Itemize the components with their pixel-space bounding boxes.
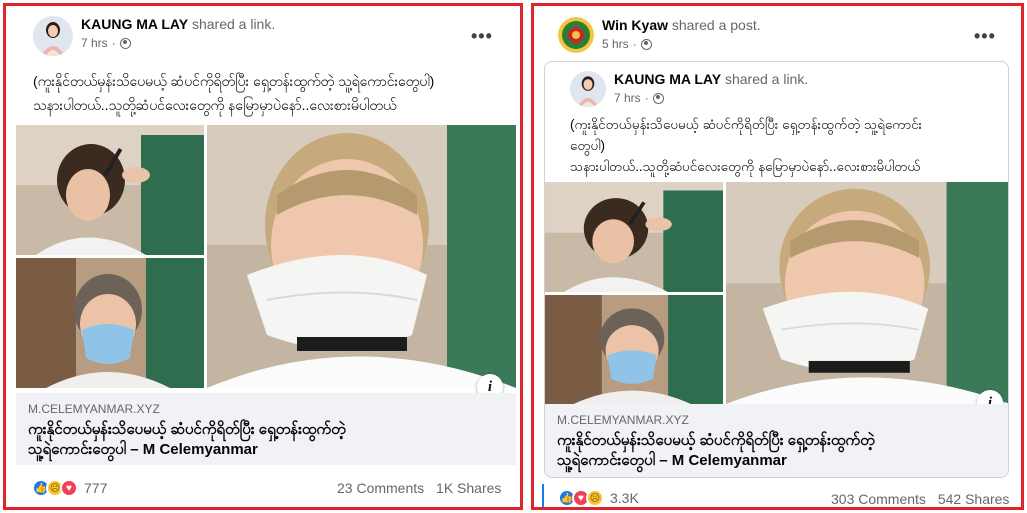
more-icon[interactable]: ••• [974, 26, 996, 47]
comments-count[interactable]: 303 Comments [831, 491, 926, 507]
author-name[interactable]: Win Kyaw [602, 17, 668, 33]
link-title[interactable]: ကူးနိုင်တယ်မှန်းသိပေမယ့် ဆံပင်ကိုရိတ်ပြီ… [557, 431, 998, 471]
globe-icon [640, 38, 652, 50]
photo-masked-white[interactable] [207, 125, 516, 388]
post-action: shared a post. [671, 17, 761, 33]
left-post-card: KAUNG MA LAY shared a link. 7 hrs · ••• … [3, 3, 523, 510]
photo-haircut[interactable] [16, 125, 204, 255]
avatar[interactable] [570, 71, 606, 107]
love-icon: ♥ [60, 479, 78, 497]
photo-haircut[interactable] [545, 182, 723, 292]
caption-line: (ကူးနိုင်တယ်မှန်းသိပေမယ့် ဆံပင်ကိုရိတ်ပြ… [33, 73, 435, 89]
shared-post-header: KAUNG MA LAY shared a link. 7 hrs · [570, 71, 808, 107]
post-header: KAUNG MA LAY shared a link. 7 hrs · [33, 16, 275, 56]
reaction-count[interactable]: 3.3K [610, 490, 639, 506]
post-action: shared a link. [724, 71, 809, 87]
photo-masked-blue[interactable] [545, 295, 723, 404]
right-post-card: Win Kyaw shared a post. 5 hrs · ••• KAUN… [531, 3, 1024, 510]
caption-line: သနားပါတယ်..သူတို့ဆံပင်လေးတွေကို နမြောမှာ… [570, 159, 921, 174]
photo-collage[interactable]: i [545, 182, 1008, 416]
shares-count[interactable]: 1K Shares [436, 480, 501, 496]
globe-icon [119, 37, 131, 49]
author-name[interactable]: KAUNG MA LAY [81, 16, 188, 32]
globe-icon [652, 92, 664, 104]
link-preview[interactable]: M.CELEMYANMAR.XYZ ကူးနိုင်တယ်မှန်းသိပေမယ… [545, 404, 1008, 477]
caption-line: (ကူးနိုင်တယ်မှန်းသိပေမယ့် ဆံပင်ကိုရိတ်ပြ… [570, 117, 922, 132]
photo-masked-blue[interactable] [16, 258, 204, 388]
link-preview[interactable]: M.CELEMYANMAR.XYZ ကူးနိုင်တယ်မှန်းသိပေမယ… [16, 393, 516, 465]
author-name[interactable]: KAUNG MA LAY [614, 71, 721, 87]
link-title[interactable]: ကူးနိုင်တယ်မှန်းသိပေမယ့် ဆံပင်ကိုရိတ်ပြီ… [28, 420, 504, 460]
shared-post-card[interactable]: KAUNG MA LAY shared a link. 7 hrs · (ကူး… [544, 61, 1009, 478]
link-domain: M.CELEMYANMAR.XYZ [557, 413, 689, 427]
post-action: shared a link. [191, 16, 276, 32]
photo-masked-white[interactable] [726, 182, 1008, 404]
post-caption: (ကူးနိုင်တယ်မှန်းသိပေမယ့် ဆံပင်ကိုရိတ်ပြ… [33, 69, 513, 117]
engagement-stats: 303 Comments 542 Shares [831, 491, 1009, 507]
post-time[interactable]: 5 hrs [602, 37, 629, 51]
scroll-indicator [542, 484, 544, 507]
post-time[interactable]: 7 hrs [81, 36, 108, 50]
reactions-bar[interactable]: 👍 ♥ ☹ 3.3K [558, 489, 639, 507]
reactions-bar[interactable]: 👍 ☹ ♥ 777 [32, 479, 107, 497]
haha-icon: ☹ [586, 489, 604, 507]
post-header: Win Kyaw shared a post. 5 hrs · [558, 17, 761, 53]
photo-collage[interactable]: i [16, 125, 516, 400]
link-domain: M.CELEMYANMAR.XYZ [28, 402, 160, 416]
caption-line: တွေပါ) [570, 138, 606, 153]
engagement-stats: 23 Comments 1K Shares [337, 480, 501, 496]
caption-line: သနားပါတယ်..သူတို့ဆံပင်လေးတွေကို နမြောမှာ… [33, 97, 397, 113]
comments-count[interactable]: 23 Comments [337, 480, 424, 496]
reaction-count[interactable]: 777 [84, 480, 107, 496]
shares-count[interactable]: 542 Shares [938, 491, 1010, 507]
avatar[interactable] [33, 16, 73, 56]
avatar[interactable] [558, 17, 594, 53]
more-icon[interactable]: ••• [471, 26, 493, 47]
post-time[interactable]: 7 hrs [614, 91, 641, 105]
post-caption: (ကူးနိုင်တယ်မှန်းသိပေမယ့် ဆံပင်ကိုရိတ်ပြ… [570, 114, 1000, 177]
